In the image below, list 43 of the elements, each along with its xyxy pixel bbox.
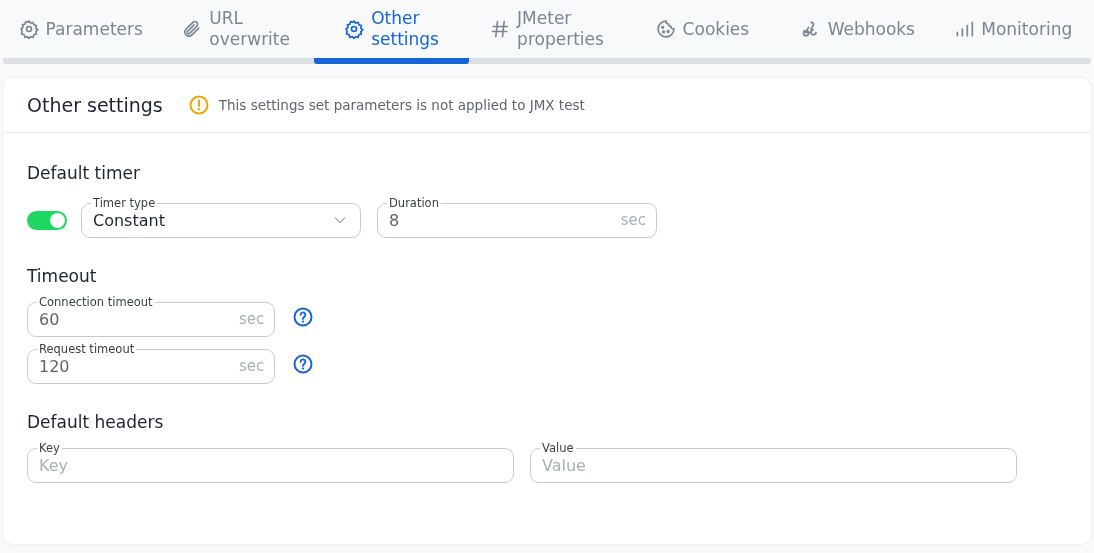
chevron-down-icon bbox=[334, 216, 346, 224]
help-icon[interactable] bbox=[293, 306, 314, 327]
cookie-icon bbox=[655, 19, 676, 39]
hash-icon bbox=[490, 19, 511, 39]
text-input[interactable]: Key bbox=[39, 455, 503, 475]
field-label: Connection timeout bbox=[38, 296, 154, 308]
tab[interactable]: Other settings bbox=[313, 0, 470, 64]
tab[interactable]: JMeter properties bbox=[469, 0, 625, 64]
field-label: Timer type bbox=[92, 197, 157, 209]
field-label: Key bbox=[38, 442, 61, 454]
field-label: Duration bbox=[388, 197, 440, 209]
tab[interactable]: Parameters bbox=[3, 0, 159, 64]
section-heading: Default timer bbox=[27, 163, 141, 183]
text-input[interactable]: 60 bbox=[39, 309, 239, 329]
timeout-field[interactable]: Request timeout 120 sec bbox=[27, 343, 276, 384]
field-label: Request timeout bbox=[38, 343, 136, 355]
panel-title: Other settings bbox=[27, 94, 163, 116]
header-field[interactable]: Key Key bbox=[27, 442, 514, 483]
section-heading: Default headers bbox=[27, 412, 165, 432]
tab[interactable]: Monitoring bbox=[935, 0, 1091, 64]
text-input[interactable]: 120 bbox=[39, 356, 239, 376]
bar-chart-icon bbox=[954, 19, 975, 39]
unit-label: sec bbox=[239, 357, 265, 375]
section-heading: Timeout bbox=[27, 266, 98, 286]
tab[interactable]: URL overwrite bbox=[158, 0, 314, 64]
help-icon[interactable] bbox=[293, 353, 314, 374]
timer-type-dropdown[interactable]: Timer type Constant bbox=[81, 197, 361, 238]
duration-field[interactable]: Duration 8 sec bbox=[377, 197, 657, 238]
timeout-field[interactable]: Connection timeout 60 sec bbox=[27, 296, 276, 337]
dropdown-value: Constant bbox=[93, 210, 166, 230]
text-input[interactable]: Value bbox=[542, 455, 1006, 475]
text-input[interactable]: 8 bbox=[389, 210, 621, 230]
toggle-switch[interactable] bbox=[27, 211, 67, 230]
tab[interactable]: Webhooks bbox=[780, 0, 936, 64]
field-label: Value bbox=[541, 442, 575, 454]
warning-icon bbox=[188, 95, 209, 115]
tab[interactable]: Cookies bbox=[624, 0, 781, 64]
unit-label: sec bbox=[239, 310, 265, 328]
gear-icon bbox=[18, 19, 39, 39]
gear-icon bbox=[344, 19, 365, 39]
unit-label: sec bbox=[620, 211, 646, 229]
warning-text: This settings set parameters is not applied to JMX test bbox=[218, 97, 585, 113]
header-field[interactable]: Value Value bbox=[530, 442, 1017, 483]
